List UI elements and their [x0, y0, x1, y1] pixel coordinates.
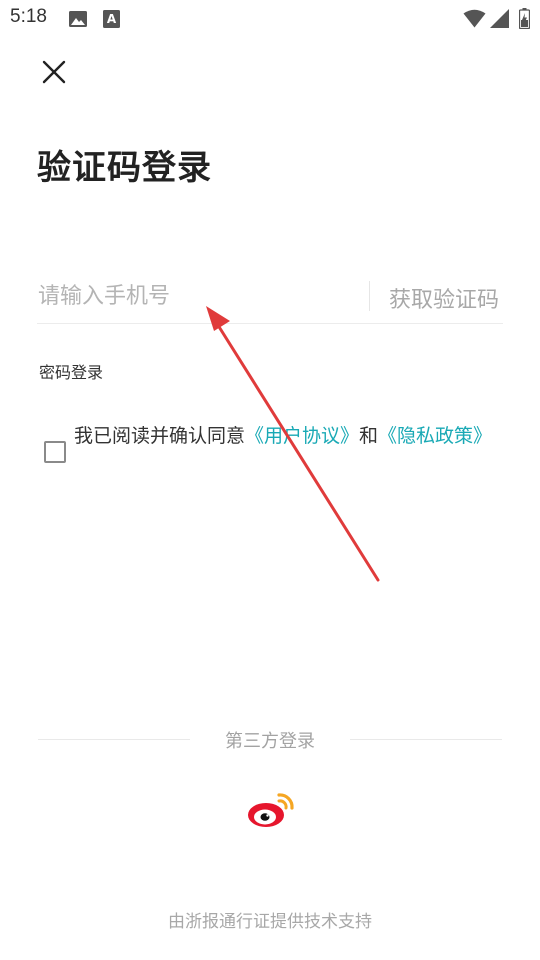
footer-text: 由浙报通行证提供技术支持	[168, 912, 372, 932]
input-underline	[37, 323, 503, 324]
page-title: 验证码登录	[37, 148, 212, 188]
wifi-icon	[463, 9, 486, 28]
svg-text:A: A	[107, 12, 117, 26]
status-time: 5:18	[10, 6, 47, 27]
agreement-checkbox[interactable]	[44, 441, 66, 463]
third-party-label: 第三方登录	[225, 731, 315, 752]
user-agreement-link[interactable]: 《用户协议》	[245, 425, 359, 447]
weibo-icon[interactable]	[246, 786, 298, 830]
keyboard-a-icon: A	[103, 10, 120, 28]
image-icon	[69, 11, 87, 27]
battery-icon	[519, 8, 530, 29]
phone-number-input[interactable]	[38, 276, 358, 316]
close-icon[interactable]	[36, 54, 72, 90]
status-bar: 5:18 A	[0, 0, 540, 36]
agreement-prefix: 我已阅读并确认同意	[74, 425, 246, 447]
agreement-connector: 和	[359, 425, 379, 447]
privacy-policy-link[interactable]: 《隐私政策》	[378, 425, 492, 447]
agreement-text: 我已阅读并确认同意《用户协议》和《隐私政策》	[74, 424, 494, 449]
password-login-link[interactable]: 密码登录	[39, 359, 103, 383]
signal-icon	[490, 9, 509, 28]
input-divider	[369, 281, 370, 311]
get-code-button[interactable]: 获取验证码	[389, 282, 499, 314]
